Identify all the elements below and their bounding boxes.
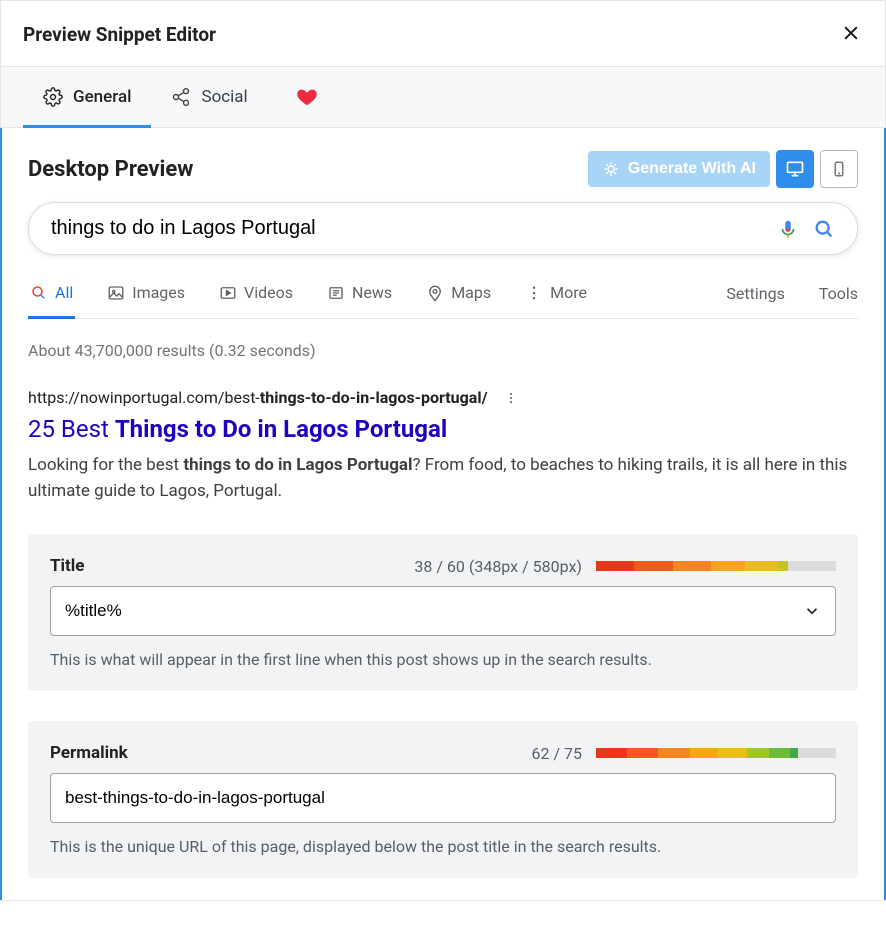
news-icon <box>327 284 345 302</box>
pin-icon <box>426 284 444 302</box>
video-icon <box>219 284 237 302</box>
search-settings[interactable]: Settings <box>726 284 784 317</box>
title-label: Title <box>50 556 84 576</box>
results-count: About 43,700,000 results (0.32 seconds) <box>28 341 858 360</box>
search-tab-more[interactable]: More <box>523 283 589 319</box>
image-icon <box>107 284 125 302</box>
tab-general[interactable]: General <box>23 67 151 128</box>
snippet-url: https://nowinportugal.com/best-things-to… <box>28 388 858 407</box>
title-help: This is what will appear in the first li… <box>50 650 836 669</box>
search-box[interactable] <box>28 202 858 255</box>
snippet-description: Looking for the best things to do in Lag… <box>28 453 858 504</box>
close-button[interactable] <box>839 21 863 48</box>
mobile-icon <box>830 160 848 178</box>
device-desktop-button[interactable] <box>776 150 814 188</box>
permalink-field[interactable] <box>50 773 836 823</box>
tab-social[interactable]: Social <box>151 67 267 128</box>
snippet-preview: https://nowinportugal.com/best-things-to… <box>28 388 858 504</box>
search-icon[interactable] <box>813 218 835 240</box>
chevron-down-icon <box>803 602 821 620</box>
tab-general-label: General <box>73 87 131 107</box>
snippet-title: 25 Best Things to Do in Lagos Portugal <box>28 415 858 443</box>
tab-social-label: Social <box>201 87 247 107</box>
title-counter: 38 / 60 (348px / 580px) <box>414 557 582 576</box>
generate-ai-label: Generate With AI <box>628 160 756 178</box>
permalink-help: This is the unique URL of this page, dis… <box>50 837 836 856</box>
share-icon <box>171 87 191 107</box>
permalink-counter: 62 / 75 <box>531 744 582 763</box>
generate-ai-button[interactable]: Generate With AI <box>588 151 770 187</box>
device-mobile-button[interactable] <box>820 150 858 188</box>
dots-vertical-icon <box>525 284 543 302</box>
title-strength-bar <box>596 561 836 571</box>
preview-heading: Desktop Preview <box>28 157 193 182</box>
permalink-strength-bar <box>596 748 836 758</box>
dots-vertical-icon[interactable] <box>504 391 518 405</box>
permalink-input[interactable] <box>51 774 835 822</box>
title-dropdown-toggle[interactable] <box>789 602 835 620</box>
search-input[interactable] <box>51 217 763 240</box>
search-tools[interactable]: Tools <box>819 284 858 317</box>
permalink-panel: Permalink 62 / 75 This is the unique URL… <box>28 721 858 878</box>
search-small-icon <box>30 284 48 302</box>
title-field[interactable] <box>50 586 836 636</box>
search-tab-videos[interactable]: Videos <box>217 283 295 319</box>
sparkle-icon <box>602 160 620 178</box>
search-tab-all[interactable]: All <box>28 283 75 319</box>
gear-icon <box>43 87 63 107</box>
search-tab-maps[interactable]: Maps <box>424 283 493 319</box>
title-panel: Title 38 / 60 (348px / 580px) This is wh… <box>28 534 858 691</box>
permalink-label: Permalink <box>50 743 128 763</box>
close-icon <box>841 23 861 43</box>
search-tabs: All Images Videos News Maps More <box>28 283 858 319</box>
heart-icon[interactable] <box>296 86 318 108</box>
editor-tabbar: General Social <box>1 67 885 128</box>
modal-title: Preview Snippet Editor <box>23 23 216 46</box>
modal-header: Preview Snippet Editor <box>1 1 885 67</box>
search-tab-news[interactable]: News <box>325 283 394 319</box>
desktop-icon <box>785 159 805 179</box>
search-tab-images[interactable]: Images <box>105 283 187 319</box>
title-input[interactable] <box>51 587 789 635</box>
mic-icon[interactable] <box>777 218 799 240</box>
